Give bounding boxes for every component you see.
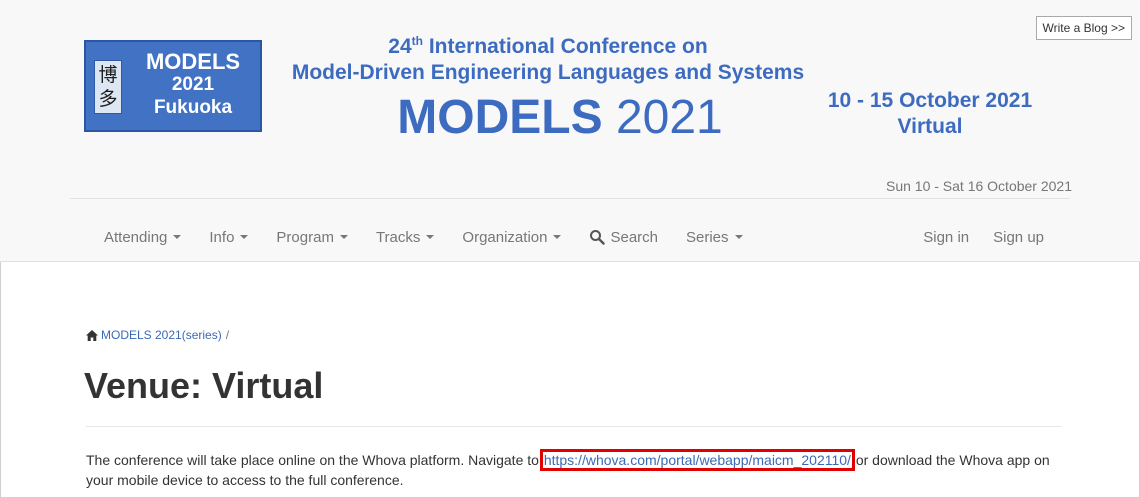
content-divider (86, 426, 1061, 427)
home-icon (86, 329, 98, 341)
breadcrumb: MODELS 2021 (series) / (86, 328, 229, 342)
breadcrumb-models-link[interactable]: MODELS 2021 (101, 328, 182, 342)
page-title: Venue: Virtual (84, 365, 324, 406)
venue-description: The conference will take place online on… (86, 449, 1061, 490)
venue-description-before: The conference will take place online on… (86, 452, 543, 468)
breadcrumb-series-link[interactable]: (series) (182, 328, 222, 342)
breadcrumb-separator: / (225, 328, 230, 342)
whova-link[interactable]: https://whova.com/portal/webapp/maicm_20… (539, 449, 855, 471)
main-content: MODELS 2021 (series) / Venue: Virtual Th… (84, 0, 1066, 498)
